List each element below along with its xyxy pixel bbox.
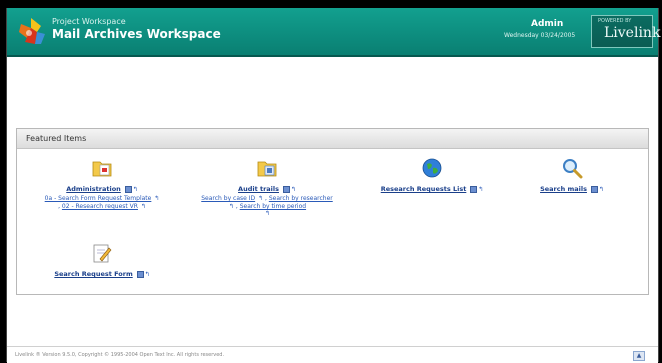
menu-arrow-icon[interactable]: ↰ (258, 195, 263, 202)
menu-arrow-icon[interactable]: ↰ (141, 203, 146, 210)
item-title[interactable]: Research Requests List (381, 185, 467, 193)
item-link[interactable]: Search by researcher (269, 195, 333, 202)
info-icon[interactable] (470, 186, 478, 193)
copyright-text: Livelink ® Version 9.5.0, Copyright © 19… (15, 352, 225, 358)
item-link[interactable]: Search by time period (240, 203, 306, 210)
brand-name: Livelink (604, 25, 661, 41)
page-footer: Livelink ® Version 9.5.0, Copyright © 19… (7, 346, 658, 363)
menu-arrow-icon[interactable]: ↰ (599, 186, 604, 193)
item-title[interactable]: Search mails (540, 185, 587, 193)
item-link[interactable]: Search by case ID (201, 195, 255, 202)
workspace-logo-icon (19, 18, 45, 44)
featured-item-search-request-form: Search Request Form ↰ (27, 242, 177, 278)
featured-items-panel: Featured Items Administration ↰ 0a - Sea… (16, 128, 649, 295)
featured-item-administration: Administration ↰ 0a - Search Form Reques… (27, 157, 177, 210)
globe-icon[interactable] (421, 157, 443, 179)
workspace-subtitle: Project Workspace (52, 17, 126, 26)
info-icon[interactable] (124, 186, 132, 193)
menu-arrow-icon[interactable]: ↰ (265, 210, 270, 217)
info-icon[interactable] (282, 186, 290, 193)
user-name[interactable]: Admin (531, 19, 563, 29)
item-title[interactable]: Administration (66, 185, 121, 193)
workspace-header: Project Workspace Mail Archives Workspac… (7, 8, 660, 57)
brand-logo[interactable]: POWERED BY Livelink (591, 15, 660, 48)
current-date: Wednesday 03/24/2005 (504, 32, 576, 39)
back-to-top-button[interactable]: ▲ (633, 351, 645, 361)
featured-item-research-requests: Research Requests List ↰ (357, 157, 507, 193)
folder-audit-icon[interactable] (256, 157, 278, 179)
item-link[interactable]: 02 - Research request VR (62, 203, 138, 210)
app-frame: Project Workspace Mail Archives Workspac… (6, 8, 660, 363)
item-title[interactable]: Audit trails (238, 185, 279, 193)
menu-arrow-icon[interactable]: ↰ (229, 203, 234, 210)
pencil-form-icon[interactable] (91, 242, 113, 264)
info-icon[interactable] (590, 186, 598, 193)
item-title[interactable]: Search Request Form (54, 270, 132, 278)
menu-arrow-icon[interactable]: ↰ (291, 186, 296, 193)
item-link[interactable]: 0a - Search Form Request Template (45, 195, 152, 202)
panel-title: Featured Items (26, 134, 87, 143)
brand-powered-label: POWERED BY (598, 18, 632, 24)
menu-arrow-icon[interactable]: ↰ (478, 186, 483, 193)
panel-header: Featured Items (17, 129, 648, 149)
menu-arrow-icon[interactable]: ↰ (154, 195, 159, 202)
featured-item-search-mails: Search mails ↰ (507, 157, 637, 193)
menu-arrow-icon[interactable]: ↰ (133, 186, 138, 193)
featured-item-audit-trails: Audit trails ↰ Search by case ID ↰ , Sea… (192, 157, 342, 217)
magnifier-icon[interactable] (561, 157, 583, 179)
info-icon[interactable] (136, 271, 144, 278)
folder-document-icon[interactable] (91, 157, 113, 179)
workspace-title: Mail Archives Workspace (52, 27, 221, 41)
menu-arrow-icon[interactable]: ↰ (145, 271, 150, 278)
